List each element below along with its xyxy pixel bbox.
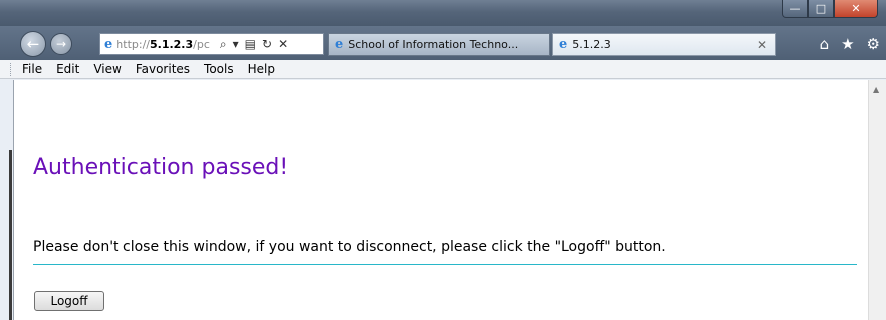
ie-icon: e [104, 36, 113, 52]
window-edge [9, 150, 12, 320]
maximize-button[interactable]: □ [808, 0, 834, 18]
scroll-up-icon[interactable]: ▲ [873, 85, 879, 94]
forward-button[interactable]: → [50, 33, 72, 55]
navigation-bar: ← → e http://5.1.2.3/pc ⌕ ▾ ▤ ↻ ✕ e Scho… [0, 26, 886, 60]
ie-icon: e [559, 37, 568, 52]
tab-label: School of Information Techno... [348, 38, 519, 51]
menu-view[interactable]: View [93, 62, 121, 76]
ie-icon: e [335, 37, 344, 52]
address-tools: ⌕ ▾ ▤ ↻ ✕ [220, 37, 288, 52]
menu-edit[interactable]: Edit [56, 62, 79, 76]
window-controls: — □ ✕ [782, 0, 878, 18]
refresh-icon[interactable]: ↻ [262, 37, 272, 52]
divider [33, 264, 857, 265]
favorites-icon[interactable]: ★ [841, 35, 854, 53]
close-button[interactable]: ✕ [834, 0, 878, 18]
menu-grip [10, 63, 13, 76]
window-title-bar: — □ ✕ [0, 0, 886, 26]
tab-close-icon[interactable]: ✕ [757, 38, 767, 52]
gear-icon[interactable]: ⚙ [867, 35, 880, 53]
menu-favorites[interactable]: Favorites [136, 62, 190, 76]
page-title: Authentication passed! [33, 155, 289, 180]
logoff-button[interactable]: Logoff [34, 291, 104, 311]
stop-icon[interactable]: ✕ [278, 37, 288, 52]
page-content: Authentication passed! Please don't clos… [9, 80, 868, 320]
menu-help[interactable]: Help [248, 62, 275, 76]
menu-file[interactable]: File [22, 62, 42, 76]
address-bar[interactable]: e http://5.1.2.3/pc ⌕ ▾ ▤ ↻ ✕ [99, 33, 324, 55]
menu-tools[interactable]: Tools [204, 62, 234, 76]
tab-school-of-information-technology[interactable]: e School of Information Techno... [328, 33, 550, 56]
home-icon[interactable]: ⌂ [820, 35, 830, 53]
tab-5-1-2-3[interactable]: e 5.1.2.3 ✕ [552, 33, 776, 56]
back-button[interactable]: ← [20, 31, 46, 57]
dropdown-icon[interactable]: ▾ [233, 37, 239, 52]
minimize-button[interactable]: — [782, 0, 808, 18]
compatibility-icon[interactable]: ▤ [245, 37, 256, 52]
command-icons: ⌂ ★ ⚙ [820, 35, 880, 53]
search-icon[interactable]: ⌕ [220, 37, 227, 52]
tab-label: 5.1.2.3 [572, 38, 611, 51]
disconnect-notice: Please don't close this window, if you w… [33, 239, 666, 255]
menu-bar: File Edit View Favorites Tools Help [0, 60, 886, 79]
vertical-scrollbar[interactable]: ▲ [868, 80, 886, 320]
address-url[interactable]: http://5.1.2.3/pc [116, 38, 210, 51]
